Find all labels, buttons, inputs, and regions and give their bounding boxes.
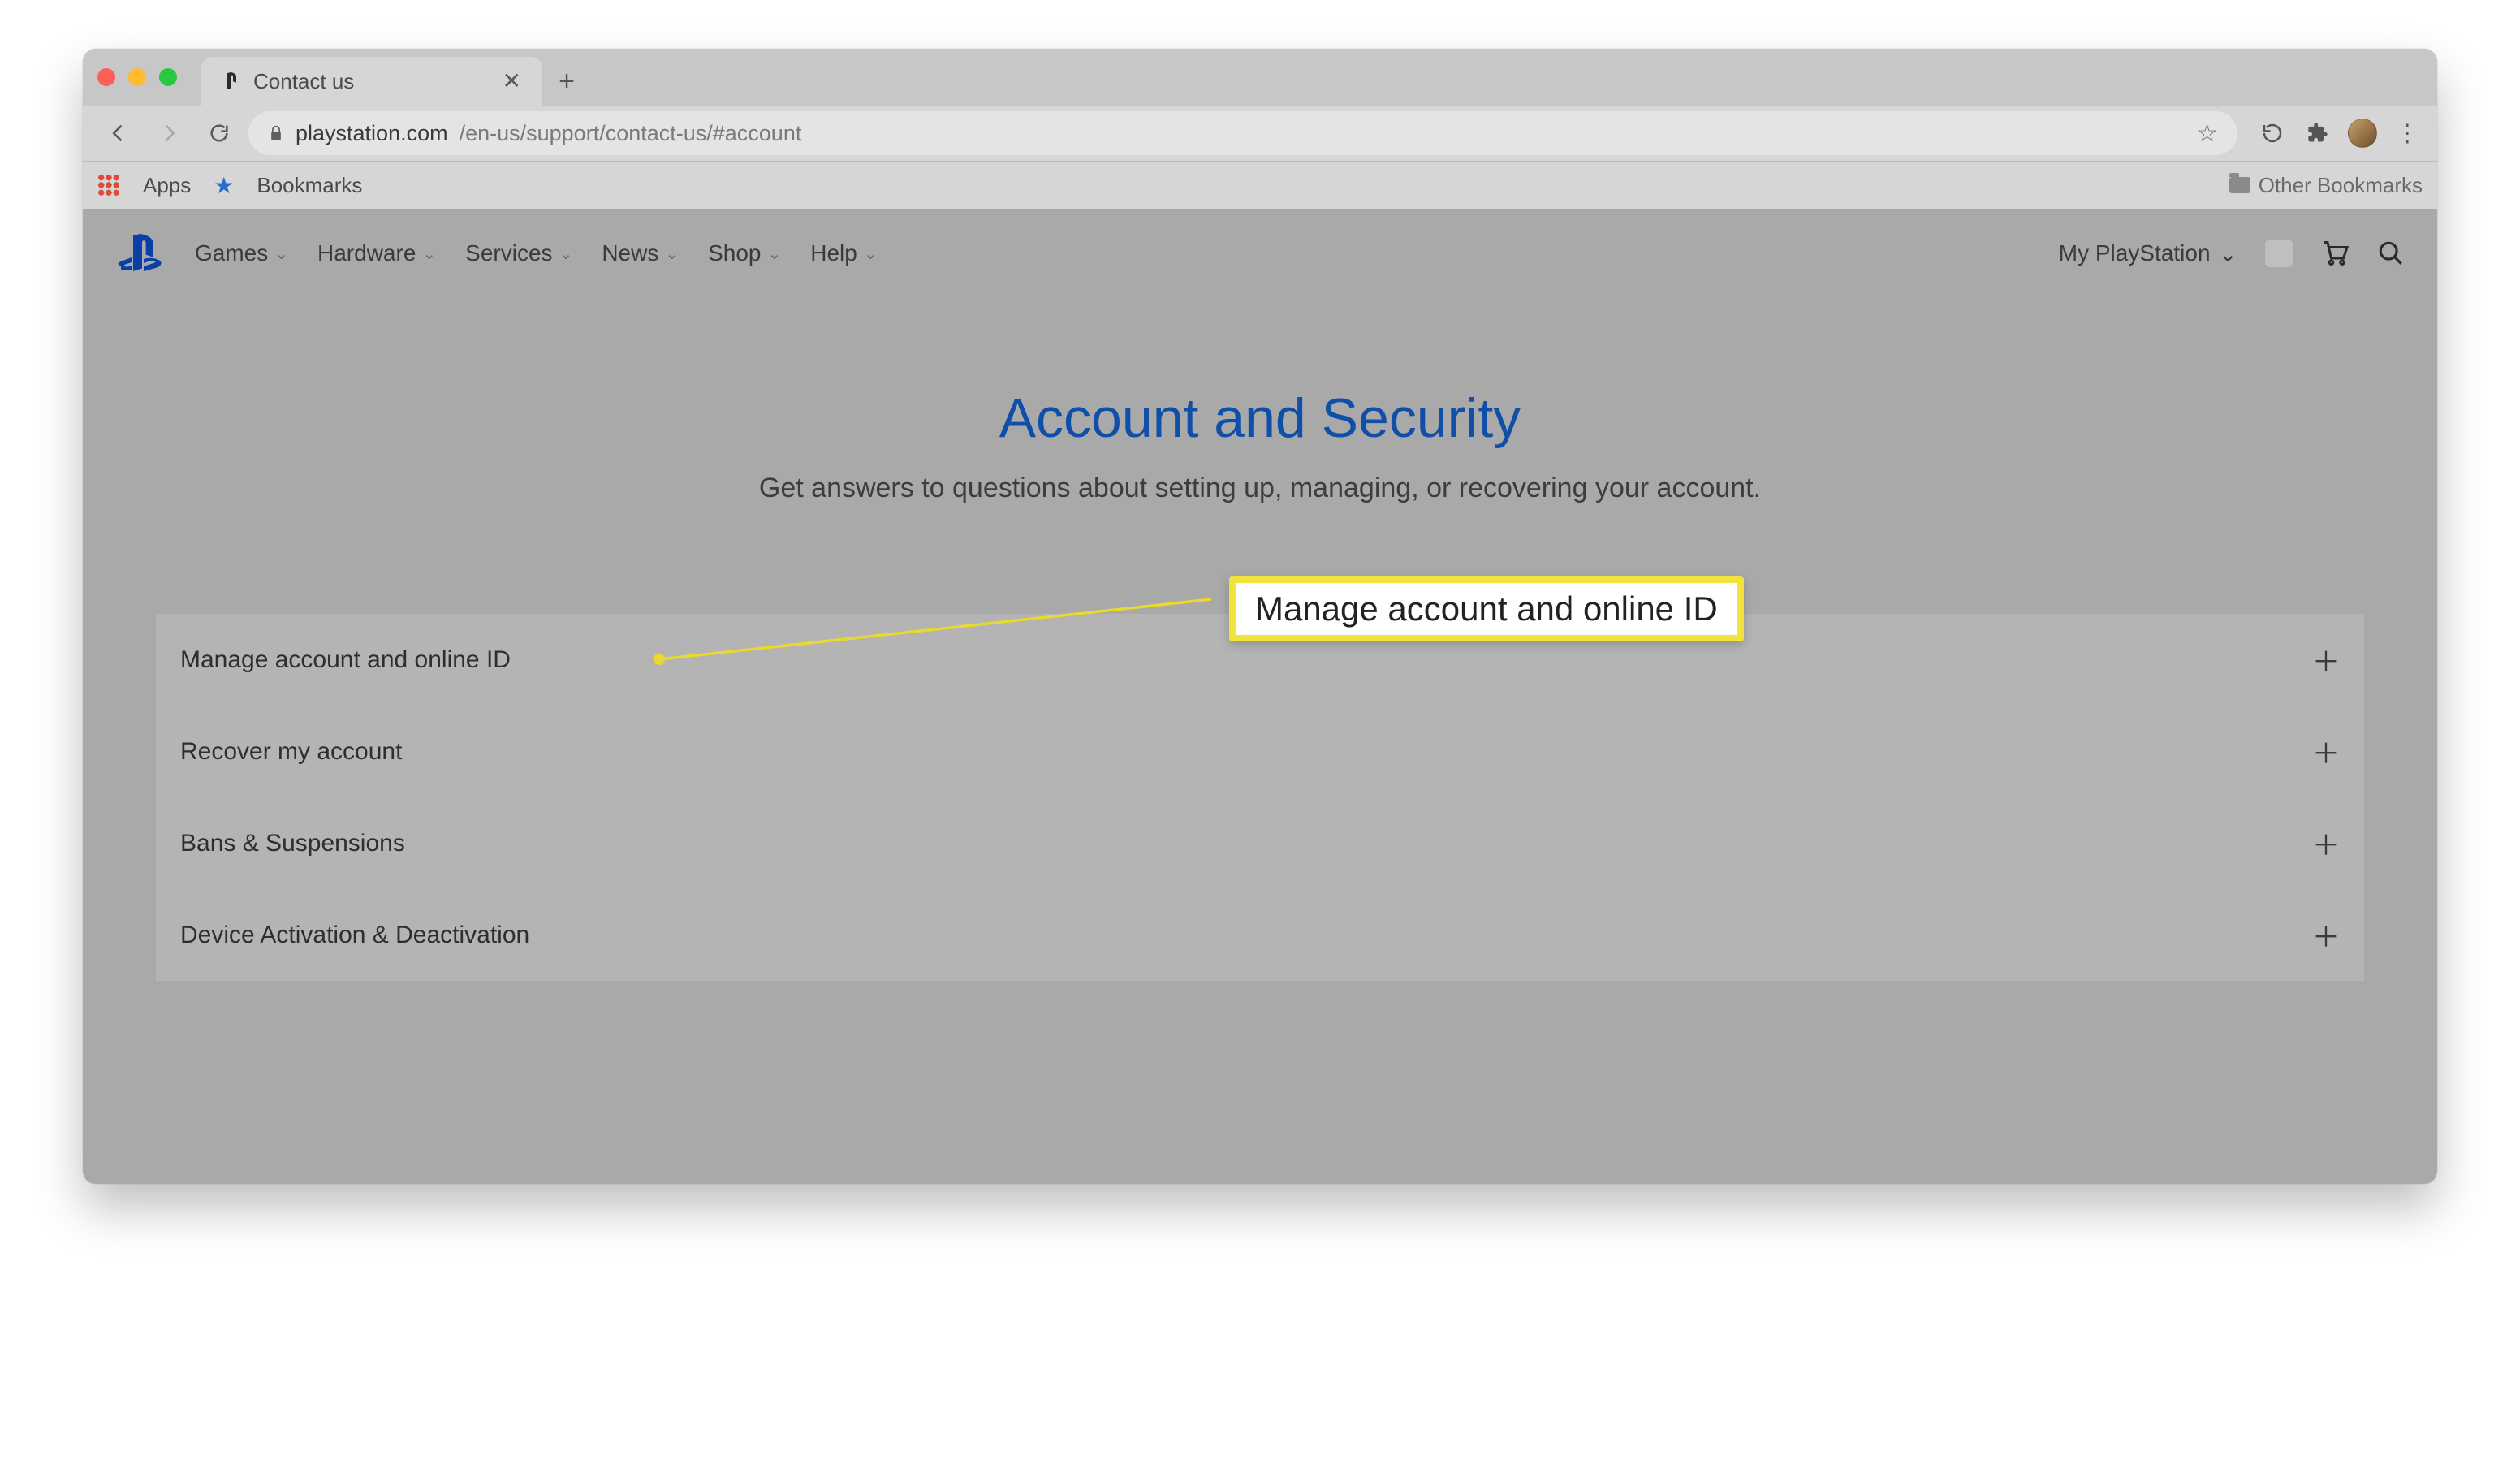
address-bar[interactable]: playstation.com/en-us/support/contact-us… [248,111,2237,155]
maximize-window-button[interactable] [159,68,177,86]
lock-icon [268,125,284,141]
nav-games[interactable]: Games⌄ [195,240,288,266]
page-subtitle: Get answers to questions about setting u… [115,473,2405,504]
playstation-logo[interactable] [115,233,167,274]
callout-text: Manage account and online ID [1255,589,1718,628]
nav-hardware[interactable]: Hardware⌄ [317,240,436,266]
extensions-puzzle-icon[interactable] [2302,118,2333,149]
cart-icon[interactable] [2320,239,2350,268]
nav-links: Games⌄ Hardware⌄ Services⌄ News⌄ Shop⌄ H… [195,240,878,266]
url-path: /en-us/support/contact-us/#account [460,121,802,146]
bookmark-star-filled-icon[interactable]: ★ [214,172,234,199]
chrome-menu-button[interactable]: ⋮ [2392,118,2423,149]
chevron-down-icon: ⌄ [559,244,573,264]
nav-right: My PlayStation⌄ [2059,239,2405,268]
browser-window: Contact us ✕ + playstation.com/en-us/sup… [83,49,2437,1184]
folder-icon [2229,177,2250,193]
tab-close-button[interactable]: ✕ [499,67,524,96]
close-window-button[interactable] [97,68,115,86]
accordion-item-recover-account[interactable]: Recover my account ＋ [156,706,2364,797]
accordion-label: Manage account and online ID [180,646,511,674]
extension-icons: ⋮ [2246,118,2423,149]
tab-title: Contact us [253,69,486,94]
apps-label[interactable]: Apps [143,173,191,198]
nav-services[interactable]: Services⌄ [465,240,572,266]
chevron-down-icon: ⌄ [768,244,782,264]
plus-icon: ＋ [2312,732,2340,771]
nav-shop[interactable]: Shop⌄ [708,240,781,266]
accordion-label: Device Activation & Deactivation [180,922,529,949]
apps-icon[interactable] [97,174,120,196]
plus-icon: ＋ [2312,640,2340,680]
plus-icon: ＋ [2312,823,2340,863]
chevron-down-icon: ⌄ [2219,240,2237,267]
plus-icon: ＋ [2312,915,2340,955]
accordion-item-device-activation[interactable]: Device Activation & Deactivation ＋ [156,889,2364,981]
nav-help[interactable]: Help⌄ [810,240,877,266]
window-controls [97,49,201,106]
url-domain: playstation.com [296,121,448,146]
toolbar: playstation.com/en-us/support/contact-us… [83,106,2437,161]
nav-news[interactable]: News⌄ [602,240,679,266]
page-title: Account and Security [115,386,2405,450]
reload-button[interactable] [198,112,240,154]
minimize-window-button[interactable] [128,68,146,86]
tab-strip: Contact us ✕ + [83,49,2437,106]
accordion-item-bans-suspensions[interactable]: Bans & Suspensions ＋ [156,797,2364,889]
hero: Account and Security Get answers to ques… [83,297,2437,537]
chevron-down-icon: ⌄ [422,244,436,264]
page-content: Games⌄ Hardware⌄ Services⌄ News⌄ Shop⌄ H… [83,209,2437,1184]
other-bookmarks-folder[interactable]: Other Bookmarks [2229,173,2423,198]
bookmark-star-icon[interactable]: ☆ [2196,119,2218,148]
my-playstation-menu[interactable]: My PlayStation⌄ [2059,240,2237,267]
browser-tab[interactable]: Contact us ✕ [201,57,542,106]
back-button[interactable] [97,112,140,154]
search-icon[interactable] [2377,240,2405,267]
chevron-down-icon: ⌄ [274,244,288,264]
chevron-down-icon: ⌄ [864,244,878,264]
tab-favicon [219,71,240,92]
bookmarks-label[interactable]: Bookmarks [257,173,362,198]
chevron-down-icon: ⌄ [665,244,679,264]
extension-reload-icon[interactable] [2257,118,2288,149]
site-nav: Games⌄ Hardware⌄ Services⌄ News⌄ Shop⌄ H… [83,209,2437,297]
other-bookmarks-label: Other Bookmarks [2259,173,2423,198]
bookmarks-bar: Apps ★ Bookmarks Other Bookmarks [83,161,2437,209]
annotation-callout: Manage account and online ID [1229,576,1744,641]
new-tab-button[interactable]: + [542,57,591,106]
account-square-icon[interactable] [2265,240,2293,267]
accordion-label: Bans & Suspensions [180,830,405,857]
accordion-label: Recover my account [180,738,402,766]
forward-button[interactable] [148,112,190,154]
profile-avatar[interactable] [2348,119,2377,148]
